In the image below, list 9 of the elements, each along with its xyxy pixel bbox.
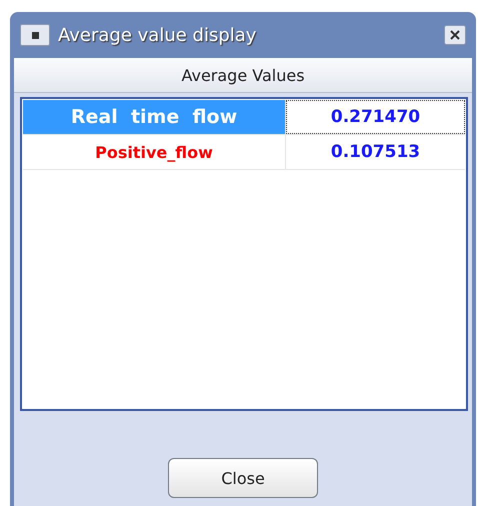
window-title: Average value display bbox=[58, 24, 258, 46]
close-button[interactable]: Close bbox=[168, 458, 318, 498]
row-label[interactable]: Real time flow bbox=[23, 100, 286, 134]
row-label[interactable]: Positive_flow bbox=[23, 135, 286, 169]
window-menu-button[interactable] bbox=[20, 24, 50, 46]
row-value: 0.107513 bbox=[330, 141, 422, 164]
close-button[interactable] bbox=[444, 25, 466, 45]
column-header: Average Values bbox=[14, 58, 472, 93]
row-value: 0.271470 bbox=[286, 100, 465, 134]
